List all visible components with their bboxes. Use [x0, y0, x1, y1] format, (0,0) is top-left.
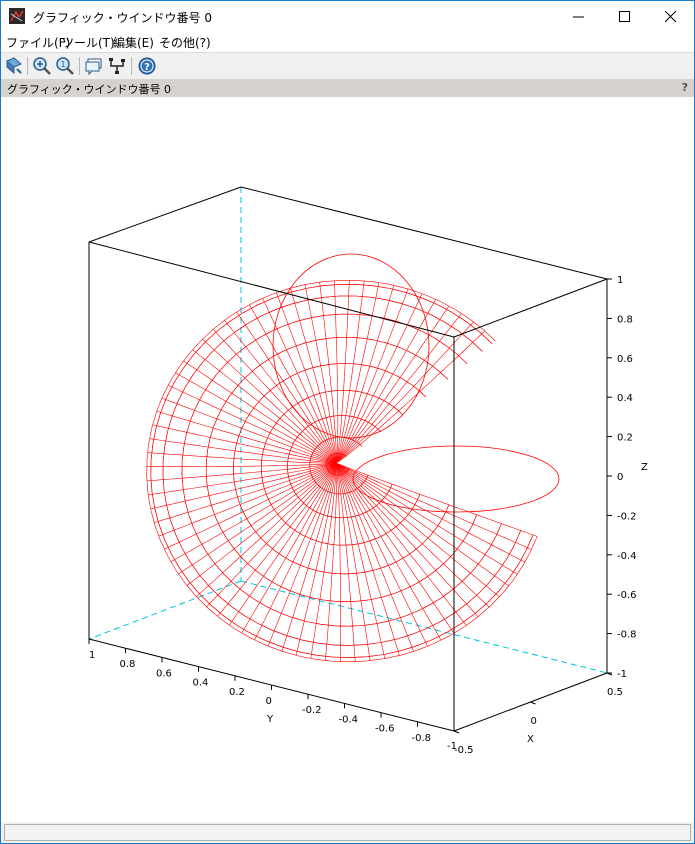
toolbar: 1 ? — [1, 52, 694, 79]
surface-meridian — [183, 360, 337, 464]
close-button[interactable] — [648, 1, 694, 32]
z-tick-label: -0.8 — [617, 630, 637, 641]
surface-meridian — [249, 304, 337, 464]
toolbar-separator — [131, 57, 132, 75]
surface-meridian — [335, 462, 518, 575]
x-tick — [453, 730, 460, 734]
surface-meridian — [276, 292, 337, 464]
x-tick — [530, 701, 536, 705]
info-bar: グラフィック・ウインドウ番号 0 ? — [1, 79, 694, 97]
surface-meridian — [335, 462, 479, 617]
status-field — [4, 824, 691, 841]
toolbar-separator — [27, 57, 28, 75]
surface-mesh — [146, 253, 560, 663]
z-axis-label: Z — [641, 462, 648, 473]
y-tick-label: -0.2 — [302, 705, 322, 716]
surface-meridian — [335, 462, 500, 598]
surface-meridian — [192, 349, 337, 464]
y-tick-label: -0.8 — [412, 733, 432, 744]
close-icon — [665, 11, 677, 23]
box-edges — [88, 186, 608, 732]
box-edge — [88, 186, 242, 243]
z-tick-label: 0.2 — [617, 433, 633, 444]
datatip-icon[interactable] — [84, 56, 104, 76]
z-tick-label: 0.6 — [617, 354, 633, 365]
surface-meridian — [161, 397, 337, 464]
box-edge — [240, 186, 608, 280]
z-axis: 1 0.8 0.6 0.4 0.2 0 -0.2 -0.4 -0.6 -0.8 -1 — [607, 275, 637, 680]
z-tick-label: -0.2 — [617, 511, 637, 522]
graphic-window: グラフィック・ウインドウ番号 0 ファイル(F) ツール(T) 編集(E) その… — [0, 0, 695, 844]
x-axis: 0.50-0.5 — [453, 672, 623, 756]
maximize-button[interactable] — [602, 1, 648, 32]
surface-meridian — [304, 284, 337, 464]
z-tick-label: 0 — [617, 472, 623, 483]
x-tick-label: 0.5 — [607, 687, 623, 698]
svg-text:?: ? — [144, 62, 150, 73]
surface-meridian — [175, 372, 337, 464]
y-tick-label: 0.4 — [193, 678, 209, 689]
zoom-icon[interactable] — [32, 56, 52, 76]
maximize-icon — [619, 11, 630, 22]
box-edge — [453, 278, 608, 338]
info-bar-text: グラフィック・ウインドウ番号 0 — [7, 83, 172, 96]
plot-3d[interactable]: 1 0.8 0.6 0.4 0.2 0 -0.2 -0.4 -0.6 -0.8 -1 Z 1 0.8 0… — [1, 97, 694, 822]
menu-file[interactable]: ファイル(F) — [6, 34, 70, 51]
x-axis-label: X — [527, 734, 534, 745]
menu-tools[interactable]: ツール(T) — [62, 34, 115, 51]
z-tick-label: 0.8 — [617, 314, 633, 325]
y-tick-label: 1 — [89, 650, 95, 661]
minimize-button[interactable] — [556, 1, 602, 32]
x-tick-label: 0 — [531, 716, 537, 727]
menu-bar: ファイル(F) ツール(T) 編集(E) その他(?) — [1, 32, 694, 51]
y-tick-label: -0.6 — [375, 724, 395, 735]
unzoom-icon[interactable]: 1 — [55, 56, 75, 76]
rotate-icon[interactable] — [4, 56, 24, 76]
surface-meridian — [146, 462, 337, 467]
scilab-app-icon — [9, 8, 25, 24]
y-tick-label: 0 — [266, 696, 272, 707]
toolbar-separator — [79, 57, 80, 75]
title-bar[interactable]: グラフィック・ウインドウ番号 0 — [1, 1, 694, 32]
edit-axes-icon[interactable] — [107, 56, 127, 76]
z-tick-label: -0.4 — [617, 551, 637, 562]
z-tick-label: 1 — [617, 275, 623, 286]
y-tick-label: -0.4 — [339, 714, 359, 725]
hidden-edge — [240, 580, 608, 674]
surface-meridian — [335, 462, 509, 587]
corner-tick-label: -1 — [447, 741, 457, 752]
status-bar — [1, 822, 694, 843]
z-tick-label: -0.6 — [617, 590, 637, 601]
minimize-icon — [573, 16, 584, 18]
surface-meridian — [335, 462, 532, 550]
svg-text:1: 1 — [60, 60, 65, 69]
graphic-canvas[interactable]: 1 0.8 0.6 0.4 0.2 0 -0.2 -0.4 -0.6 -0.8 -1 Z 1 0.8 0… — [1, 97, 694, 822]
z-tick-label: -1 — [617, 669, 627, 680]
surface-meridian — [335, 462, 455, 634]
hidden-edge — [88, 580, 242, 640]
box-edge — [88, 241, 455, 338]
info-help-icon[interactable]: ? — [682, 81, 688, 94]
menu-other[interactable]: その他(?) — [159, 34, 211, 51]
y-tick-label: 0.6 — [156, 668, 172, 679]
surface-meridian — [335, 462, 428, 647]
menu-edit[interactable]: 編集(E) — [113, 34, 154, 51]
y-axis-label: Y — [266, 714, 274, 725]
window-title: グラフィック・ウインドウ番号 0 — [33, 11, 212, 25]
help-icon[interactable]: ? — [137, 56, 157, 76]
y-tick-label: 0.2 — [229, 687, 245, 698]
surface-meridian — [152, 424, 337, 464]
y-axis: 1 0.8 0.6 0.4 0.2 0 -0.2 -0.4 -0.6 -0.8 — [88, 639, 432, 744]
y-tick-label: 0.8 — [120, 659, 136, 670]
surface-meridian — [150, 462, 337, 510]
z-tick-label: 0.4 — [617, 393, 633, 404]
